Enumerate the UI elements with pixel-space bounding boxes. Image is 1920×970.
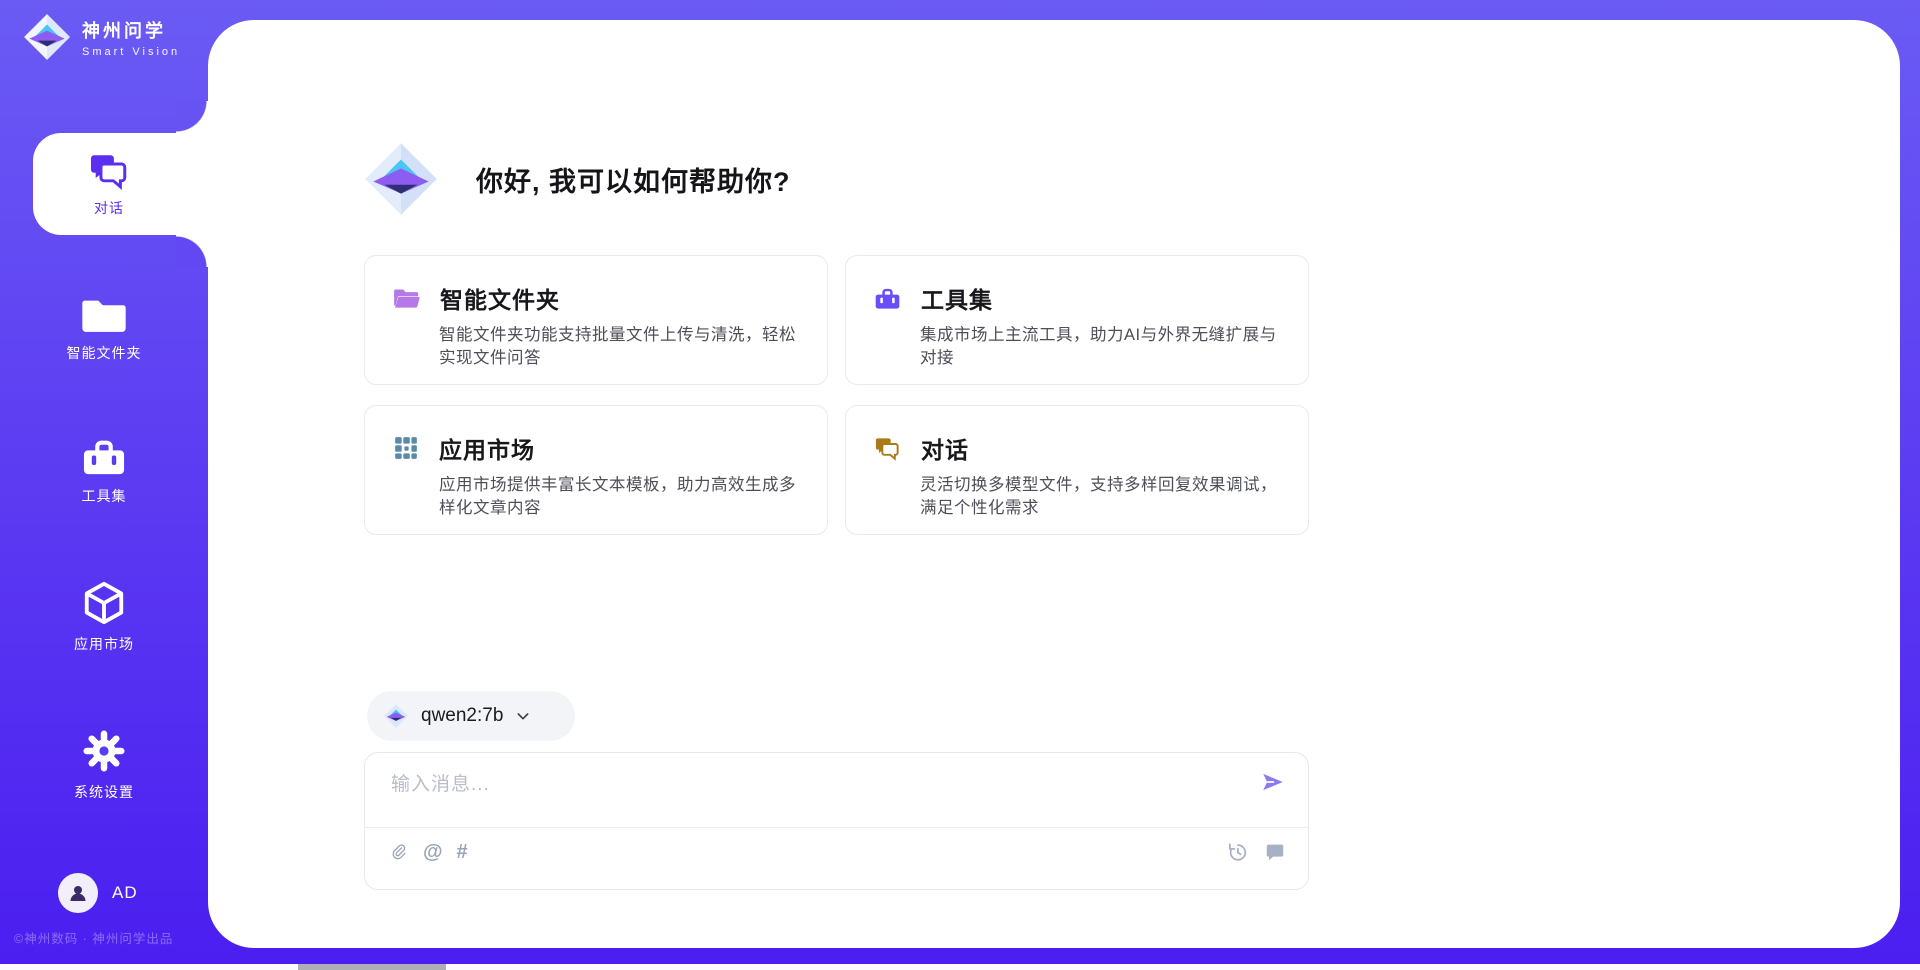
send-icon[interactable] — [1260, 769, 1286, 795]
sidebar-item-label: 工具集 — [0, 486, 208, 506]
app-title: 神州问学 — [82, 21, 166, 41]
user-name: AD — [112, 883, 138, 903]
card-description: 应用市场提供丰富长文本模板，助力高效生成多样化文章内容 — [439, 474, 799, 521]
mention-icon[interactable]: @ — [423, 842, 443, 862]
chat-bubbles-icon — [874, 435, 901, 462]
sidebar-item-chat[interactable]: 对话 — [33, 133, 215, 235]
scrollbar-thumb[interactable] — [298, 964, 446, 970]
tab-flare-bottom — [176, 235, 208, 267]
toolbox-icon — [81, 436, 127, 478]
tab-flare-top — [176, 101, 208, 133]
folder-icon — [393, 287, 420, 310]
model-name: qwen2:7b — [421, 705, 503, 727]
avatar[interactable] — [58, 873, 98, 913]
grid-icon — [393, 435, 419, 461]
history-icon[interactable] — [1226, 841, 1248, 863]
card-title: 工具集 — [921, 281, 993, 315]
brand-diamond-icon — [22, 12, 72, 62]
card-description: 灵活切换多模型文件，支持多样回复效果调试，满足个性化需求 — [920, 474, 1280, 521]
copyright-text: ©神州数码 · 神州问学出品 — [14, 928, 173, 947]
person-icon — [66, 881, 90, 905]
assistant-diamond-icon — [362, 140, 440, 218]
cube-icon — [81, 580, 127, 626]
sidebar-item-toolset[interactable]: 工具集 — [0, 436, 208, 506]
folder-icon — [82, 301, 125, 332]
gear-icon — [81, 728, 127, 774]
attach-file-icon[interactable] — [389, 841, 409, 863]
card-title: 应用市场 — [439, 431, 535, 465]
message-input[interactable] — [391, 769, 1221, 817]
model-diamond-icon — [383, 703, 409, 729]
card-title: 智能文件夹 — [440, 281, 560, 315]
user-profile[interactable]: AD — [58, 873, 138, 913]
feature-card-smart-folder[interactable]: 智能文件夹 智能文件夹功能支持批量文件上传与清洗，轻松实现文件问答 — [364, 255, 828, 385]
app-subtitle: Smart Vision — [82, 46, 180, 58]
chat-bubbles-icon — [88, 150, 130, 192]
sidebar-item-settings[interactable]: 系统设置 — [0, 728, 208, 802]
hashtag-icon[interactable]: # — [457, 842, 468, 862]
message-composer: @ # — [364, 752, 1309, 890]
card-title: 对话 — [921, 431, 969, 465]
card-description: 智能文件夹功能支持批量文件上传与清洗，轻松实现文件问答 — [439, 324, 799, 371]
greeting-title: 你好, 我可以如何帮助你? — [476, 160, 791, 199]
greeting-block: 你好, 我可以如何帮助你? — [362, 140, 791, 218]
feature-card-chat[interactable]: 对话 灵活切换多模型文件，支持多样回复效果调试，满足个性化需求 — [845, 405, 1309, 535]
sidebar-item-label: 应用市场 — [0, 634, 208, 654]
sidebar-item-label: 系统设置 — [0, 782, 208, 802]
composer-divider — [365, 827, 1308, 828]
card-description: 集成市场上主流工具，助力AI与外界无缝扩展与对接 — [920, 324, 1280, 371]
chevron-down-icon — [515, 708, 531, 724]
model-selector[interactable]: qwen2:7b — [367, 691, 575, 741]
feature-card-toolset[interactable]: 工具集 集成市场上主流工具，助力AI与外界无缝扩展与对接 — [845, 255, 1309, 385]
toolbox-icon — [874, 286, 901, 311]
sidebar-item-label: 智能文件夹 — [0, 343, 208, 363]
message-square-icon[interactable] — [1264, 841, 1286, 863]
sidebar-item-app-market[interactable]: 应用市场 — [0, 580, 208, 654]
horizontal-scrollbar[interactable] — [0, 964, 1920, 970]
app-logo: 神州问学 Smart Vision — [22, 12, 180, 62]
feature-card-app-market[interactable]: 应用市场 应用市场提供丰富长文本模板，助力高效生成多样化文章内容 — [364, 405, 828, 535]
sidebar-item-smart-folder[interactable]: 智能文件夹 — [0, 295, 208, 363]
sidebar-item-label: 对话 — [94, 198, 124, 218]
